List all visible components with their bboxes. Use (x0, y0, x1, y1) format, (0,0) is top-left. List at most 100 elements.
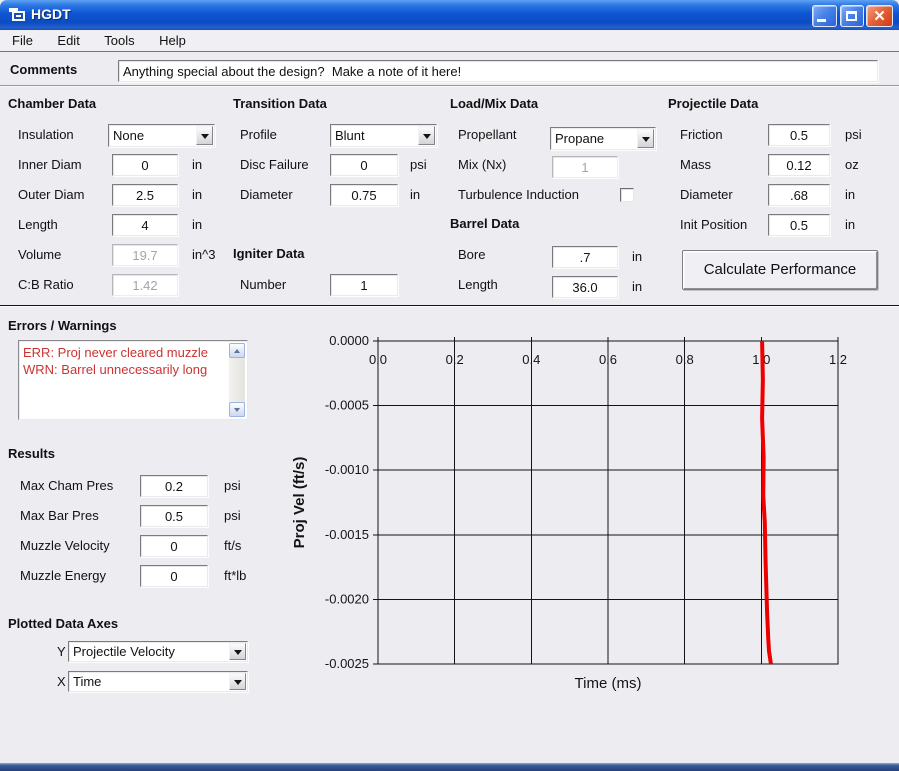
mass-unit: oz (845, 154, 859, 176)
muzzle-energy-field[interactable] (140, 565, 208, 587)
y-axis-select-label: Y (57, 641, 66, 662)
muzzle-velocity-label: Muzzle Velocity (20, 535, 110, 557)
volume-unit: in^3 (192, 244, 215, 266)
muzzle-velocity-field[interactable] (140, 535, 208, 557)
chevron-down-icon (234, 680, 242, 685)
y-axis-dropdown[interactable]: Projectile Velocity (68, 641, 248, 662)
mix-field (552, 156, 618, 178)
svg-text:0.2: 0.2 (446, 352, 464, 367)
velocity-time-plot: 0.0000-0.0005-0.0010-0.0015-0.0020-0.002… (290, 310, 899, 710)
bore-field[interactable] (552, 246, 618, 268)
propellant-dropdown-button[interactable] (637, 129, 654, 148)
igniter-data-title: Igniter Data (233, 246, 305, 261)
comments-input[interactable] (118, 60, 878, 82)
x-axis-dropdown-button[interactable] (229, 673, 246, 690)
max-bar-pres-unit: psi (224, 505, 241, 527)
svg-text:0.0000: 0.0000 (329, 333, 369, 348)
chevron-down-icon (234, 650, 242, 655)
svg-text:0.0: 0.0 (369, 352, 387, 367)
comments-label: Comments (10, 62, 77, 77)
outer-diam-field[interactable] (112, 184, 178, 206)
maximize-button[interactable] (840, 5, 864, 27)
profile-dropdown-button[interactable] (418, 126, 435, 145)
max-bar-pres-label: Max Bar Pres (20, 505, 99, 527)
init-position-field[interactable] (768, 214, 830, 236)
init-position-label: Init Position (680, 214, 747, 236)
mix-label: Mix (Nx) (458, 154, 506, 176)
svg-text:-0.0020: -0.0020 (325, 591, 369, 606)
menu-help[interactable]: Help (149, 30, 196, 51)
menu-file[interactable]: File (2, 30, 43, 51)
projectile-data-title: Projectile Data (668, 96, 758, 111)
window-bottom-border (0, 763, 899, 771)
chevron-up-icon (234, 349, 240, 353)
profile-dropdown[interactable]: Blunt (330, 124, 437, 147)
minimize-button[interactable] (812, 5, 837, 27)
svg-text:0.4: 0.4 (522, 352, 540, 367)
svg-text:0.6: 0.6 (599, 352, 617, 367)
turbulence-checkbox[interactable] (620, 188, 634, 202)
insulation-label: Insulation (18, 124, 74, 146)
results-title: Results (8, 446, 55, 461)
profile-value: Blunt (335, 125, 365, 146)
mass-field[interactable] (768, 154, 830, 176)
igniter-number-label: Number (240, 274, 286, 296)
errors-listbox[interactable]: ERR: Proj never cleared muzzle WRN: Barr… (18, 340, 248, 420)
x-axis-value: Time (73, 672, 101, 691)
y-axis-value: Projectile Velocity (73, 642, 175, 661)
close-icon: ✕ (867, 7, 892, 26)
igniter-number-field[interactable] (330, 274, 398, 296)
menu-edit[interactable]: Edit (47, 30, 89, 51)
muzzle-energy-label: Muzzle Energy (20, 565, 106, 587)
x-axis-dropdown[interactable]: Time (68, 671, 248, 692)
muzzle-velocity-unit: ft/s (224, 535, 241, 557)
projectile-diameter-unit: in (845, 184, 855, 206)
plotted-data-axes-title: Plotted Data Axes (8, 616, 118, 631)
friction-field[interactable] (768, 124, 830, 146)
mass-label: Mass (680, 154, 711, 176)
close-button[interactable]: ✕ (866, 5, 893, 27)
chamber-data-title: Chamber Data (8, 96, 96, 111)
hgdt-window: HGDT ✕ File Edit Tools Help Comments Cha… (0, 0, 899, 771)
transition-data-title: Transition Data (233, 96, 327, 111)
insulation-dropdown[interactable]: None (108, 124, 215, 147)
svg-text:Proj Vel (ft/s): Proj Vel (ft/s) (291, 457, 308, 549)
barrel-length-field[interactable] (552, 276, 618, 298)
friction-label: Friction (680, 124, 723, 146)
max-cham-pres-label: Max Cham Pres (20, 475, 113, 497)
bore-label: Bore (458, 244, 485, 266)
volume-label: Volume (18, 244, 61, 266)
title-bar[interactable]: HGDT ✕ (0, 0, 899, 30)
svg-text:Time (ms): Time (ms) (575, 675, 642, 692)
loadmix-data-title: Load/Mix Data (450, 96, 538, 111)
max-cham-pres-field[interactable] (140, 475, 208, 497)
error-line: ERR: Proj never cleared muzzle (19, 344, 247, 361)
transition-diameter-field[interactable] (330, 184, 398, 206)
transition-diameter-label: Diameter (240, 184, 293, 206)
menu-tools[interactable]: Tools (94, 30, 144, 51)
bore-unit: in (632, 246, 642, 268)
scroll-down-button[interactable] (229, 402, 245, 417)
propellant-label: Propellant (458, 124, 517, 146)
errors-scrollbar[interactable] (229, 343, 245, 417)
insulation-dropdown-button[interactable] (196, 126, 213, 145)
max-bar-pres-field[interactable] (140, 505, 208, 527)
scroll-up-button[interactable] (229, 343, 245, 358)
propellant-value: Propane (555, 128, 604, 149)
svg-text:-0.0015: -0.0015 (325, 527, 369, 542)
barrel-length-unit: in (632, 276, 642, 298)
muzzle-energy-unit: ft*lb (224, 565, 246, 587)
projectile-diameter-field[interactable] (768, 184, 830, 206)
chamber-length-unit: in (192, 214, 202, 236)
chevron-down-icon (201, 134, 209, 139)
disc-failure-field[interactable] (330, 154, 398, 176)
calculate-performance-button[interactable]: Calculate Performance (682, 250, 878, 290)
init-position-unit: in (845, 214, 855, 236)
y-axis-dropdown-button[interactable] (229, 643, 246, 660)
max-cham-pres-unit: psi (224, 475, 241, 497)
x-axis-select-label: X (57, 671, 66, 692)
chamber-length-field[interactable] (112, 214, 178, 236)
propellant-dropdown[interactable]: Propane (550, 127, 656, 150)
inner-diam-field[interactable] (112, 154, 178, 176)
chevron-down-icon (642, 137, 650, 142)
